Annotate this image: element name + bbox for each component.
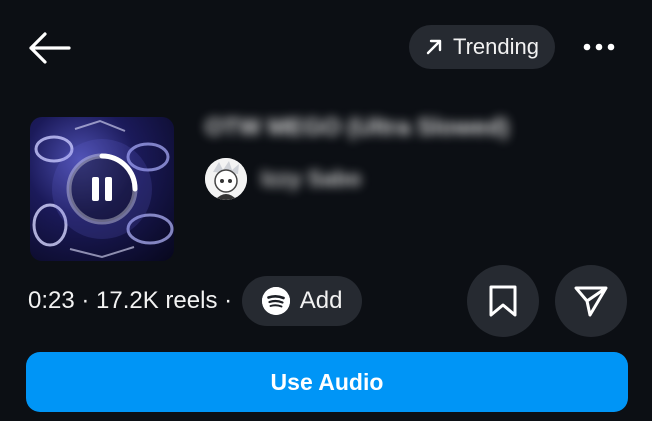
send-icon [574, 286, 608, 317]
use-audio-label: Use Audio [270, 368, 384, 395]
add-label: Add [299, 287, 343, 314]
audio-meta-row: 0:23 · 17.2K reels · Add [28, 276, 363, 326]
more-horizontal-icon [583, 43, 615, 51]
bookmark-icon [489, 285, 517, 317]
pause-icon[interactable] [63, 150, 141, 228]
avatar-image [205, 158, 247, 200]
audio-title: OTW MEGO (Ultra Slowed) [205, 114, 509, 141]
add-to-spotify-button[interactable]: Add [242, 276, 363, 326]
artist-name[interactable]: Izzy Sabo [261, 166, 361, 192]
save-audio-button[interactable] [467, 265, 539, 337]
arrow-left-icon [29, 32, 71, 64]
audio-cover-art[interactable] [30, 117, 174, 261]
top-bar: Trending [0, 0, 652, 96]
artist-row[interactable]: Izzy Sabo [205, 158, 361, 200]
share-audio-button[interactable] [555, 265, 627, 337]
back-button[interactable] [26, 30, 72, 66]
use-audio-button[interactable]: Use Audio [26, 352, 628, 412]
avatar[interactable] [205, 158, 247, 200]
spotify-icon [261, 287, 290, 315]
arrow-up-right-icon [426, 39, 442, 55]
audio-meta: 0:23 · 17.2K reels · [28, 287, 233, 314]
more-options-button[interactable] [580, 30, 618, 64]
trending-button[interactable]: Trending [409, 25, 555, 69]
trending-label: Trending [452, 34, 539, 59]
